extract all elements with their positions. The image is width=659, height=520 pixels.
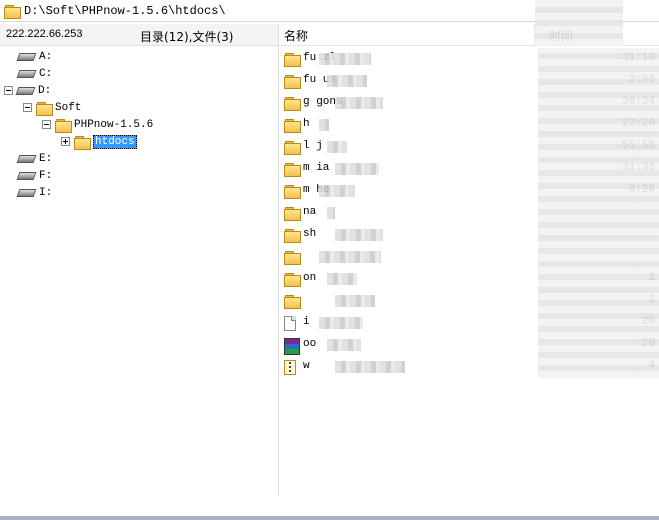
- folder-icon: [284, 74, 301, 89]
- mosaic-overlay: [335, 163, 379, 175]
- mosaic-overlay: [327, 75, 367, 87]
- folder-icon: [284, 162, 301, 177]
- tree-item-label: F:: [39, 169, 53, 182]
- file-name: h: [303, 118, 310, 130]
- folder-icon: [55, 118, 72, 133]
- drive-icon: [18, 52, 34, 61]
- drive-icon: [18, 154, 34, 163]
- status-bar: [0, 516, 659, 520]
- file-name: l j: [303, 140, 323, 152]
- current-path: D:\Soft\PHPnow-1.5.6\htdocs\: [24, 3, 226, 18]
- tree-item-drive-f[interactable]: F:: [18, 167, 52, 184]
- mosaic-overlay: [327, 141, 347, 153]
- folder-icon: [284, 96, 301, 111]
- collapse-toggle-icon[interactable]: [23, 103, 32, 112]
- collapse-toggle-icon[interactable]: [42, 120, 51, 129]
- tree-item-label: PHPnow-1.5.6: [74, 118, 154, 131]
- drive-icon: [17, 86, 33, 95]
- tree-item-label: A:: [39, 50, 53, 63]
- tree-item-label: E:: [39, 152, 53, 165]
- drive-icon: [18, 188, 34, 197]
- mosaic-overlay: [335, 229, 383, 241]
- tree-item-drive-i[interactable]: I:: [18, 184, 52, 201]
- mosaic-overlay: [327, 273, 357, 285]
- folder-icon: [284, 140, 301, 155]
- info-bar: 222.222.66.253 目录(12),文件(3): [0, 24, 278, 46]
- mosaic-overlay: [335, 97, 383, 109]
- column-header-name[interactable]: 名称: [284, 27, 308, 44]
- tree-item-label: C:: [39, 67, 53, 80]
- folder-icon: [284, 250, 301, 265]
- tree-item-drive-a[interactable]: A:: [18, 48, 52, 65]
- document-icon: [284, 316, 296, 331]
- file-name: oo: [303, 338, 317, 350]
- folder-icon: [4, 4, 21, 19]
- file-name: w: [303, 360, 310, 372]
- tree-item-drive-e[interactable]: E:: [18, 150, 52, 167]
- file-name: m ia: [303, 162, 330, 174]
- mosaic-overlay: [535, 0, 623, 46]
- mosaic-overlay: [335, 295, 375, 307]
- mosaic-overlay: [319, 251, 381, 263]
- folder-icon: [36, 101, 53, 116]
- mosaic-overlay: [327, 339, 361, 351]
- mosaic-overlay: [327, 207, 335, 219]
- tree-item-label: I:: [39, 186, 53, 199]
- file-name: sh: [303, 228, 317, 240]
- tree-item-htdocs[interactable]: htdocs: [61, 133, 137, 150]
- tree-item-phpnow[interactable]: PHPnow-1.5.6: [42, 116, 153, 133]
- mosaic-overlay: [538, 48, 659, 378]
- host-ip: 222.222.66.253: [6, 28, 83, 40]
- tree-item-label: D:: [38, 84, 52, 97]
- mosaic-overlay: [319, 317, 363, 329]
- zip-archive-icon: [284, 360, 296, 375]
- folder-icon: [284, 184, 301, 199]
- mosaic-overlay: [335, 361, 405, 373]
- tree-item-label-selected: htdocs: [93, 134, 137, 149]
- expand-toggle-icon[interactable]: [61, 137, 70, 146]
- folder-icon: [284, 228, 301, 243]
- folder-icon: [284, 272, 301, 287]
- file-name: on: [303, 272, 317, 284]
- tree-item-drive-d[interactable]: D:: [4, 82, 51, 99]
- mosaic-overlay: [319, 185, 355, 197]
- folder-icon: [284, 206, 301, 221]
- tree-item-soft[interactable]: Soft: [23, 99, 81, 116]
- folder-icon: [74, 135, 91, 150]
- collapse-toggle-icon[interactable]: [4, 86, 13, 95]
- rar-archive-icon: [284, 338, 300, 355]
- file-name: na: [303, 206, 317, 218]
- folder-tree[interactable]: A: C: D: Soft PHPnow-1.5.6 htdocs E: F: …: [0, 46, 278, 496]
- mosaic-overlay: [319, 53, 371, 65]
- item-counts: 目录(12),文件(3): [140, 30, 234, 44]
- drive-icon: [18, 171, 34, 180]
- folder-icon: [284, 294, 301, 309]
- folder-icon: [284, 118, 301, 133]
- drive-icon: [18, 69, 34, 78]
- tree-item-label: Soft: [55, 101, 82, 114]
- file-name: i: [303, 316, 310, 328]
- tree-item-drive-c[interactable]: C:: [18, 65, 52, 82]
- folder-icon: [284, 52, 301, 67]
- mosaic-overlay: [319, 119, 329, 131]
